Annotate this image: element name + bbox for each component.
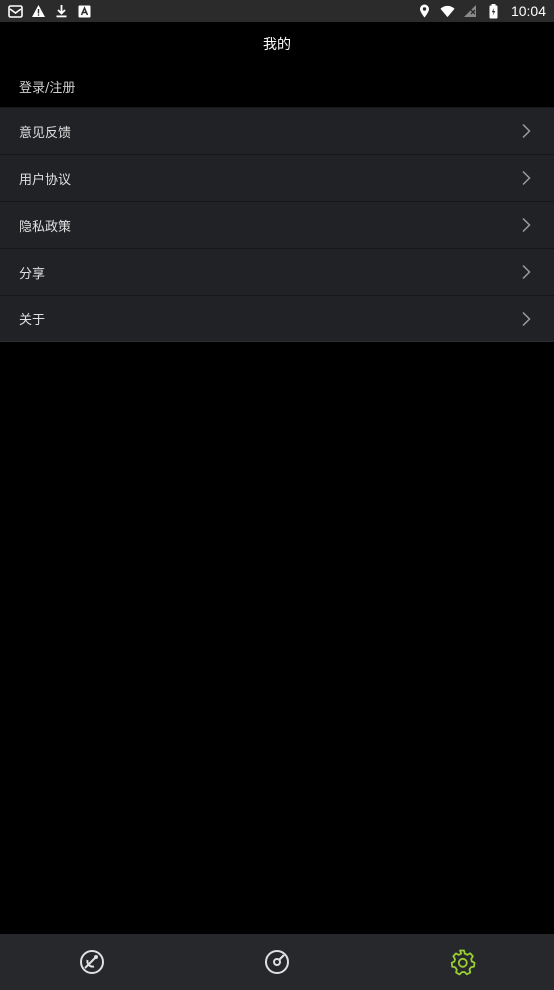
bottom-nav [0, 934, 554, 990]
battery-icon [486, 3, 501, 19]
menu-item-label: 分享 [19, 266, 46, 282]
menu-item-about[interactable]: 关于 [0, 295, 554, 342]
page-title: 我的 [263, 37, 291, 53]
warning-icon [31, 4, 46, 19]
menu-item-label: 意见反馈 [19, 125, 72, 141]
login-register-label: 登录/注册 [19, 81, 76, 96]
login-register-link[interactable]: 登录/注册 [0, 66, 554, 107]
download-icon [54, 4, 69, 19]
app-header: 我的 [0, 22, 554, 66]
location-icon [417, 4, 432, 19]
gear-icon [448, 948, 476, 976]
app-icon [77, 4, 92, 19]
tab-speed-test[interactable] [247, 934, 307, 990]
chevron-right-icon [520, 264, 532, 280]
speedometer-icon [263, 948, 291, 976]
menu-item-label: 关于 [19, 313, 46, 328]
menu-item-label: 隐私政策 [19, 219, 72, 235]
signal-icon [463, 4, 478, 19]
menu-item-user-agreement[interactable]: 用户协议 [0, 154, 554, 201]
status-time: 10:04 [510, 3, 546, 19]
menu-item-label: 用户协议 [19, 172, 72, 188]
menu-item-privacy-policy[interactable]: 隐私政策 [0, 201, 554, 248]
tab-satellite[interactable] [62, 934, 122, 990]
menu-item-feedback[interactable]: 意见反馈 [0, 107, 554, 154]
status-system: 10:04 [417, 0, 546, 22]
status-notifications [8, 0, 92, 22]
settings-menu: 意见反馈 用户协议 隐私政策 分享 关于 [0, 107, 554, 342]
chevron-right-icon [520, 217, 532, 233]
satellite-dish-icon [78, 948, 106, 976]
mail-icon [8, 4, 23, 19]
status-bar: 10:04 [0, 0, 554, 22]
tab-settings[interactable] [432, 934, 492, 990]
chevron-right-icon [520, 170, 532, 186]
wifi-icon [440, 4, 455, 19]
chevron-right-icon [520, 311, 532, 327]
menu-item-share[interactable]: 分享 [0, 248, 554, 295]
chevron-right-icon [520, 123, 532, 139]
